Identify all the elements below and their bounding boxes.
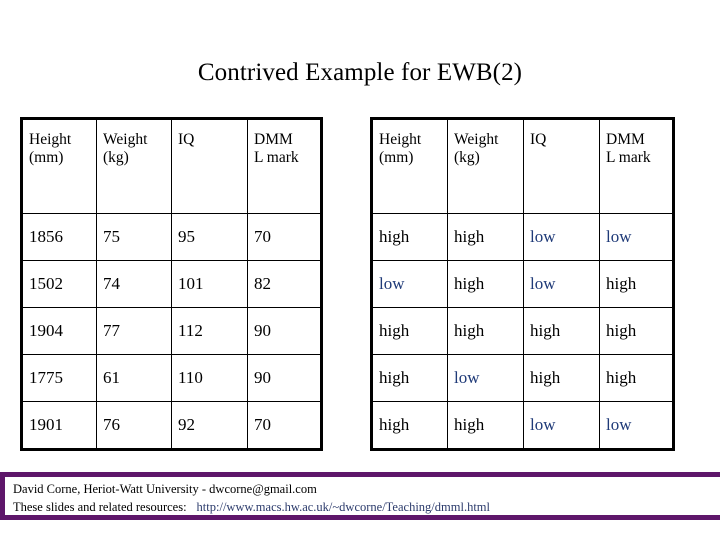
table-row: high high low low: [371, 401, 674, 450]
table-row: high high low low: [371, 213, 674, 261]
footer-resources-label: These slides and related resources:: [13, 500, 187, 514]
cell-dmm: high: [599, 307, 674, 355]
column-header-iq: IQ: [523, 118, 600, 214]
categorical-values-table: Height (mm) Weight (kg) IQ DMM L mark hi…: [370, 117, 675, 451]
cell-height: high: [371, 307, 448, 355]
column-header-weight: Weight (kg): [96, 118, 172, 214]
table-header-row: Height (mm) Weight (kg) IQ DMM L mark: [21, 118, 322, 214]
cell-height: high: [371, 401, 448, 450]
column-header-line-1: Height: [379, 131, 422, 148]
footer-resources-url[interactable]: http://www.macs.hw.ac.uk/~dwcorne/Teachi…: [197, 500, 490, 514]
column-header-line-2: (mm): [379, 149, 414, 166]
cell-weight: 75: [96, 213, 172, 261]
column-header-line-2: L mark: [254, 149, 299, 166]
cell-iq: low: [523, 401, 600, 450]
table-row: 1775 61 110 90: [21, 354, 322, 402]
cell-iq: 110: [171, 354, 248, 402]
table-row: 1502 74 101 82: [21, 260, 322, 308]
table-row: high low high high: [371, 354, 674, 402]
column-header-line-2: L mark: [606, 149, 651, 166]
column-header-line-1: Height: [29, 131, 72, 148]
numeric-values-table: Height (mm) Weight (kg) IQ DMM L mark 18…: [20, 117, 323, 451]
cell-height: 1502: [21, 260, 97, 308]
cell-dmm: 90: [247, 354, 322, 402]
cell-iq: high: [523, 354, 600, 402]
cell-weight: high: [447, 401, 524, 450]
cell-iq: 92: [171, 401, 248, 450]
cell-height: high: [371, 354, 448, 402]
cell-weight: 61: [96, 354, 172, 402]
cell-dmm: 82: [247, 260, 322, 308]
footer-resources-line: These slides and related resources: http:…: [13, 498, 720, 516]
cell-dmm: 70: [247, 213, 322, 261]
cell-dmm: high: [599, 354, 674, 402]
cell-weight: 76: [96, 401, 172, 450]
cell-iq: high: [523, 307, 600, 355]
column-header-dmm: DMM L mark: [599, 118, 674, 214]
table-row: 1856 75 95 70: [21, 213, 322, 261]
footer-author-line: David Corne, Heriot-Watt University - dw…: [13, 480, 720, 498]
cell-height: 1901: [21, 401, 97, 450]
column-header-line-1: DMM: [606, 131, 645, 148]
column-header-line-2: (mm): [29, 149, 64, 166]
column-header-weight: Weight (kg): [447, 118, 524, 214]
column-header-line-2: (kg): [454, 149, 480, 166]
page-title: Contrived Example for EWB(2): [197, 59, 523, 86]
cell-height: 1856: [21, 213, 97, 261]
table-header-row: Height (mm) Weight (kg) IQ DMM L mark: [371, 118, 674, 214]
footer-author-text: David Corne, Heriot-Watt University - dw…: [13, 482, 317, 496]
cell-height: 1775: [21, 354, 97, 402]
cell-weight: high: [447, 307, 524, 355]
column-header-line-1: Weight: [454, 131, 499, 148]
column-header-height: Height (mm): [21, 118, 97, 214]
cell-height: 1904: [21, 307, 97, 355]
footer-credit-box: David Corne, Heriot-Watt University - dw…: [0, 472, 720, 520]
cell-iq: low: [523, 213, 600, 261]
cell-weight: low: [447, 354, 524, 402]
cell-dmm: high: [599, 260, 674, 308]
cell-iq: 112: [171, 307, 248, 355]
slide-canvas: Contrived Example for EWB(2) Height (mm)…: [0, 0, 720, 540]
cell-dmm: low: [599, 401, 674, 450]
column-header-line-1: DMM: [254, 131, 293, 148]
table-row: 1901 76 92 70: [21, 401, 322, 450]
column-header-line-1: IQ: [530, 131, 547, 148]
column-header-line-1: Weight: [103, 131, 148, 148]
cell-iq: 95: [171, 213, 248, 261]
column-header-iq: IQ: [171, 118, 248, 214]
cell-dmm: 70: [247, 401, 322, 450]
cell-height: high: [371, 213, 448, 261]
column-header-line-2: (kg): [103, 149, 129, 166]
cell-iq: 101: [171, 260, 248, 308]
cell-dmm: 90: [247, 307, 322, 355]
table-row: high high high high: [371, 307, 674, 355]
cell-weight: high: [447, 260, 524, 308]
column-header-height: Height (mm): [371, 118, 448, 214]
table-row: 1904 77 112 90: [21, 307, 322, 355]
cell-height: low: [371, 260, 448, 308]
column-header-dmm: DMM L mark: [247, 118, 322, 214]
table-row: low high low high: [371, 260, 674, 308]
cell-dmm: low: [599, 213, 674, 261]
cell-weight: 77: [96, 307, 172, 355]
cell-weight: 74: [96, 260, 172, 308]
cell-iq: low: [523, 260, 600, 308]
column-header-line-1: IQ: [178, 131, 195, 148]
cell-weight: high: [447, 213, 524, 261]
